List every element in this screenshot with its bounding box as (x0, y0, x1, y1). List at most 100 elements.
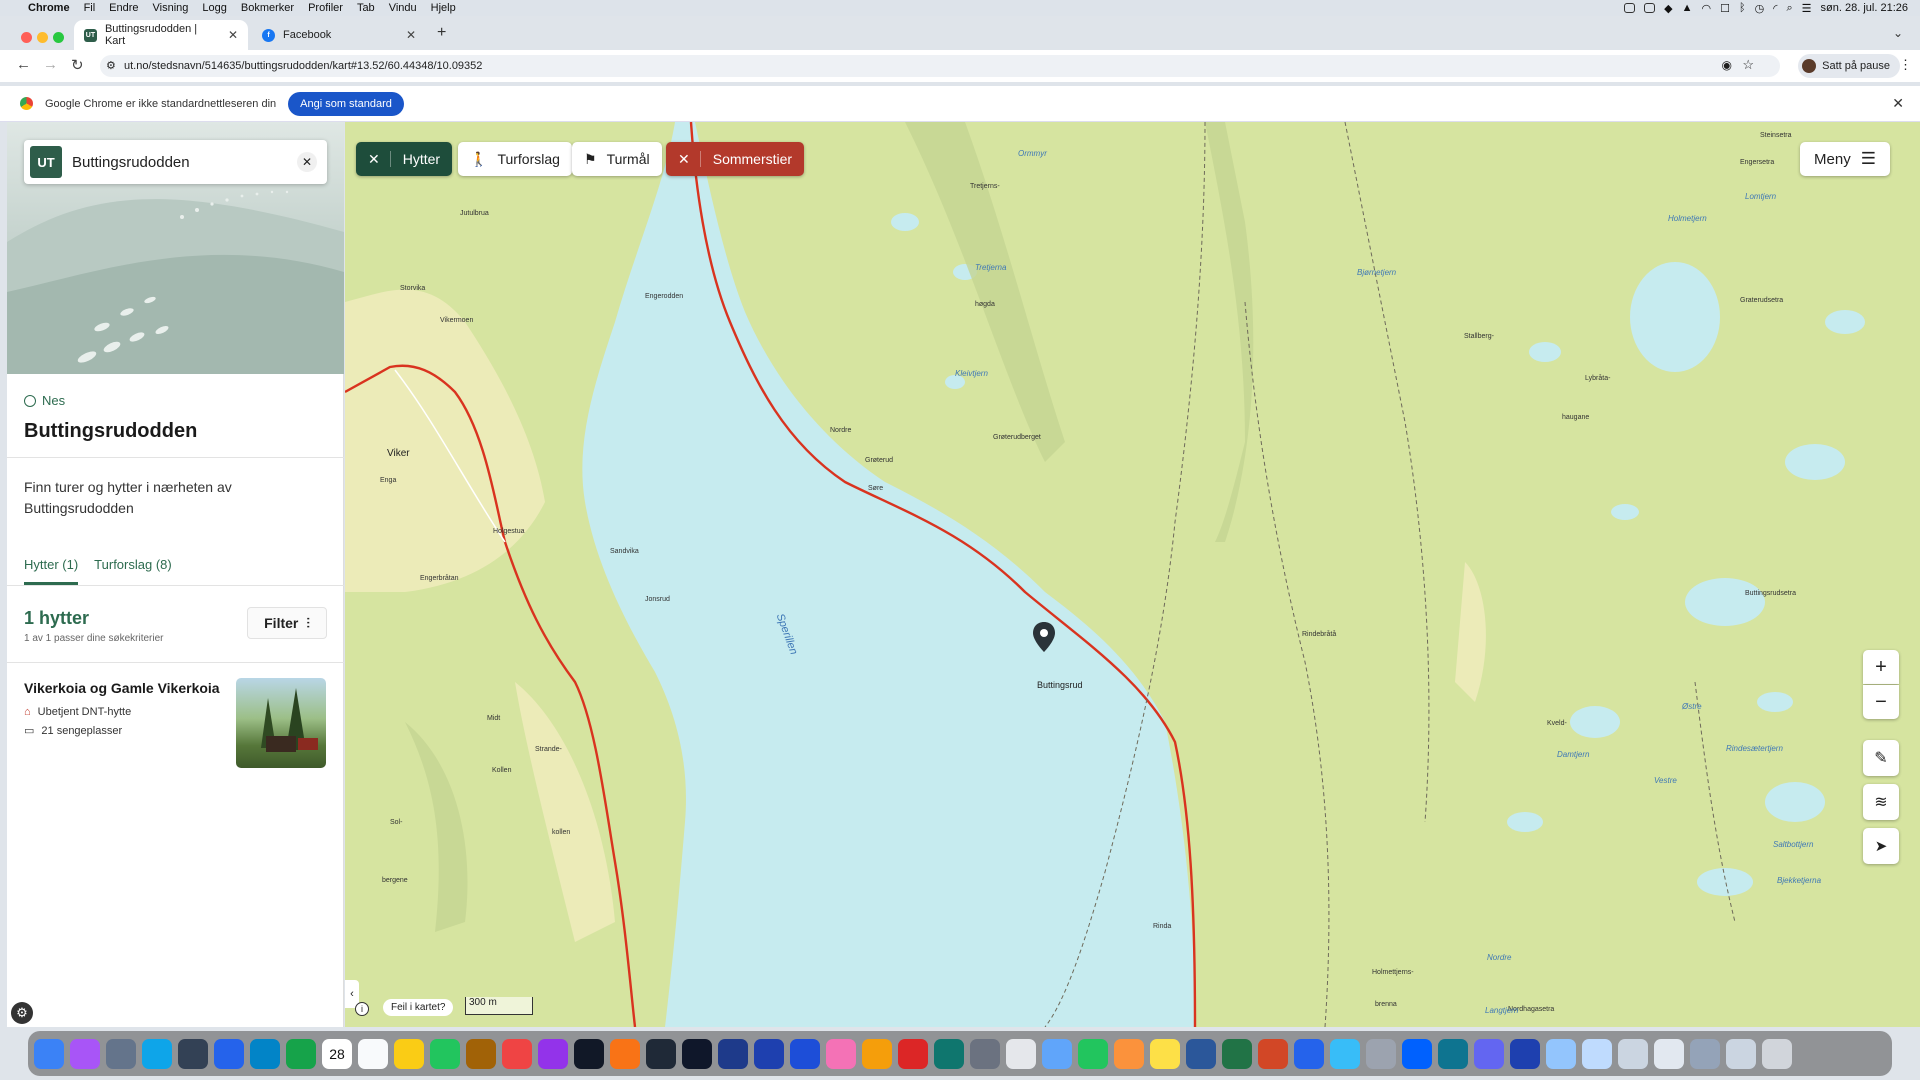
dock-contacts-icon[interactable] (466, 1038, 496, 1069)
menubar-item-bokmerker[interactable]: Bokmerker (241, 2, 294, 14)
dock-launchpad-icon[interactable] (106, 1038, 136, 1069)
status-icon-3[interactable]: ▲ (1682, 2, 1693, 14)
close-window-icon[interactable] (21, 32, 32, 43)
dock-chrome-icon[interactable] (286, 1038, 316, 1069)
place-search-input[interactable]: Buttingsrudodden (72, 154, 190, 171)
dock-folder-1-icon[interactable] (1546, 1038, 1576, 1069)
settings-gear-icon[interactable]: ⚙ (11, 1002, 33, 1024)
profile-button[interactable]: Satt på pause (1798, 54, 1900, 78)
dock-tv-icon[interactable] (574, 1038, 604, 1069)
wifi-icon[interactable]: ◜ (1773, 2, 1777, 15)
dropbox-status-icon[interactable]: ◆ (1664, 2, 1672, 15)
topographic-map[interactable] (345, 122, 1920, 1027)
dock-pages-icon[interactable] (1114, 1038, 1144, 1069)
tab-facebook[interactable]: f Facebook ✕ (252, 20, 426, 50)
time-machine-icon[interactable]: ◷ (1755, 2, 1765, 15)
status-icon-2[interactable] (1644, 3, 1656, 13)
dock-photoshop-icon[interactable] (718, 1038, 748, 1069)
set-default-button[interactable]: Angi som standard (288, 91, 404, 116)
dock-podcasts-icon[interactable] (538, 1038, 568, 1069)
dock-folder-5-icon[interactable] (1690, 1038, 1720, 1069)
zoom-out-button[interactable]: − (1863, 685, 1899, 719)
dock-stickies-icon[interactable] (1150, 1038, 1180, 1069)
menubar-app-name[interactable]: Chrome (28, 2, 70, 14)
dock-finder-icon[interactable] (34, 1038, 64, 1069)
dock-safari-icon[interactable] (250, 1038, 280, 1069)
tab-search-chevron-icon[interactable]: ⌄ (1893, 26, 1903, 40)
info-icon[interactable]: i (355, 1002, 369, 1016)
menubar-item-logg[interactable]: Logg (202, 2, 226, 14)
search-icon[interactable]: ⌕ (1787, 2, 1793, 15)
dock-vpn-icon[interactable] (1294, 1038, 1324, 1069)
dock-photoshop-3-icon[interactable] (790, 1038, 820, 1069)
dock-word-icon[interactable] (1186, 1038, 1216, 1069)
dock-drive-icon[interactable] (1474, 1038, 1504, 1069)
dock-numbers-icon[interactable] (1078, 1038, 1108, 1069)
cabin-name[interactable]: Vikerkoia og Gamle Vikerkoia (24, 680, 220, 696)
dock-dropbox-icon[interactable] (1402, 1038, 1432, 1069)
menu-button[interactable]: Meny ☰ (1800, 142, 1890, 176)
minimize-window-icon[interactable] (37, 32, 48, 43)
dock-folder-6-icon[interactable] (1726, 1038, 1756, 1069)
dock-music-icon[interactable] (502, 1038, 532, 1069)
dock-excel-icon[interactable] (1222, 1038, 1252, 1069)
chrome-menu-icon[interactable]: ⋮ (1899, 57, 1912, 73)
tab-buttingsrudodden[interactable]: UT Buttingsrudodden | Kart ✕ (74, 20, 248, 50)
dock-folder-4-icon[interactable] (1654, 1038, 1684, 1069)
headphones-icon[interactable]: ◠ (1702, 2, 1712, 15)
close-infobar-icon[interactable]: ✕ (1892, 95, 1904, 112)
zoom-window-icon[interactable] (53, 32, 64, 43)
dock-pen-icon[interactable] (1006, 1038, 1036, 1069)
cabin-photo[interactable] (236, 678, 326, 768)
dock-photoshop-2-icon[interactable] (754, 1038, 784, 1069)
filter-button[interactable]: Filter ⫶ (247, 607, 327, 639)
clear-search-icon[interactable]: ✕ (297, 152, 317, 172)
map-view[interactable]: Jutulbrua Storvika Vikermoen Engerodden … (345, 122, 1920, 1027)
locate-me-button[interactable]: ➤ (1863, 828, 1899, 864)
tab-turforslag[interactable]: Turforslag (8) (94, 557, 172, 585)
tab-hytter[interactable]: Hytter (1) (24, 557, 79, 585)
dock-maps-icon[interactable] (430, 1038, 460, 1069)
dock-wd-icon[interactable] (1510, 1038, 1540, 1069)
dock-books-icon[interactable] (610, 1038, 640, 1069)
reload-icon[interactable]: ↻ (71, 56, 84, 74)
dock-bridge-icon[interactable] (1042, 1038, 1072, 1069)
site-info-icon[interactable]: ⚙ (106, 59, 116, 72)
bluetooth-icon[interactable]: ᛒ (1739, 2, 1746, 14)
menubar-clock[interactable]: søn. 28. jul. 21:26 (1821, 2, 1908, 14)
filter-chip-turforslag[interactable]: 🚶 Turforslag (458, 142, 572, 176)
filter-chip-sommerstier[interactable]: ✕ Sommerstier (666, 142, 805, 176)
zoom-in-button[interactable]: + (1863, 650, 1899, 684)
dock-folder-3-icon[interactable] (1618, 1038, 1648, 1069)
dock-siri-icon[interactable] (70, 1038, 100, 1069)
dock-settings-icon[interactable] (970, 1038, 1000, 1069)
dock-garageband-icon[interactable] (862, 1038, 892, 1069)
status-icon-1[interactable] (1624, 3, 1636, 13)
map-layers-button[interactable]: ≋ (1863, 784, 1899, 820)
close-tab-icon[interactable]: ✕ (406, 28, 416, 42)
report-map-error-button[interactable]: Feil i kartet? (383, 999, 454, 1016)
menubar-item-endre[interactable]: Endre (109, 2, 138, 14)
dock-teamviewer-icon[interactable] (1438, 1038, 1468, 1069)
filter-chip-turmal[interactable]: ⚑ Turmål (572, 142, 662, 176)
dock-reminders-icon[interactable] (358, 1038, 388, 1069)
menubar-item-profiler[interactable]: Profiler (308, 2, 343, 14)
new-tab-icon[interactable]: + (437, 24, 446, 42)
status-icon-4[interactable]: ☐ (1720, 2, 1730, 15)
dock-terminal-icon[interactable] (646, 1038, 676, 1069)
bookmark-star-icon[interactable]: ☆ (1742, 57, 1754, 73)
draw-route-button[interactable]: ✎ (1863, 740, 1899, 776)
dock-mission-control-icon[interactable] (178, 1038, 208, 1069)
dock-notes-icon[interactable] (394, 1038, 424, 1069)
filter-chip-hytter[interactable]: ✕ Hytter (356, 142, 453, 176)
dock-preview-icon[interactable] (1330, 1038, 1360, 1069)
dock-time-machine-icon[interactable] (934, 1038, 964, 1069)
menubar-item-fil[interactable]: Fil (84, 2, 96, 14)
map-marker-icon[interactable] (1033, 622, 1055, 652)
hidden-eye-icon[interactable]: ◉ (1722, 58, 1732, 72)
dock-mail-icon[interactable] (214, 1038, 244, 1069)
close-tab-icon[interactable]: ✕ (228, 28, 238, 42)
dock-app-store-icon[interactable] (142, 1038, 172, 1069)
place-search-card[interactable]: UT Buttingsrudodden ✕ (24, 140, 327, 184)
menubar-item-tab[interactable]: Tab (357, 2, 375, 14)
